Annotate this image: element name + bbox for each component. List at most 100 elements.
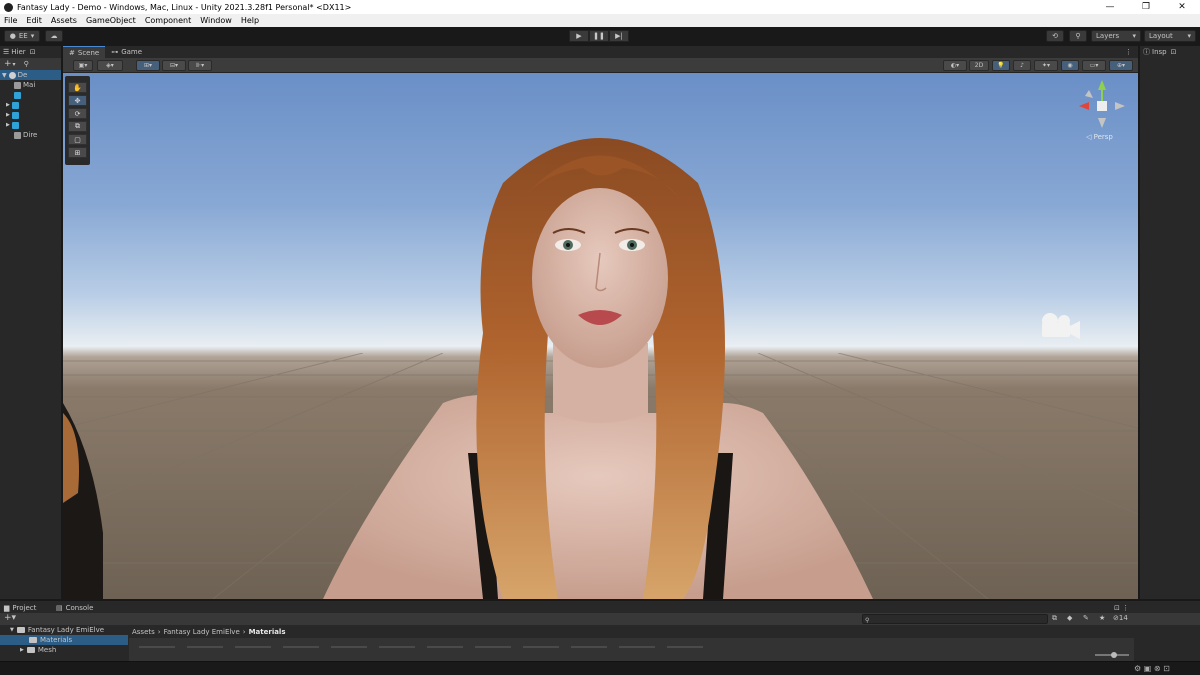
move-tool-button[interactable]: ✥: [68, 95, 87, 106]
character-model[interactable]: [63, 73, 1138, 599]
account-dropdown[interactable]: ● EE ▾: [4, 30, 40, 42]
project-search-input[interactable]: ⚲: [862, 614, 1048, 624]
rotate-tool-button[interactable]: ⟳: [68, 108, 87, 119]
hierarchy-item-scene[interactable]: ▼ De: [0, 70, 61, 80]
audio-toggle[interactable]: ♪: [1013, 60, 1031, 71]
filter-label-icon[interactable]: ◆: [1067, 614, 1072, 622]
inspector-tab-label: Insp: [1152, 48, 1167, 56]
lock-icon[interactable]: ⊡ ⋮: [1114, 602, 1129, 613]
hierarchy-panel: ☰ Hier ⊡ + ▾ ⚲ ▼ De Mai ▶ ▶ ▶ Dire: [0, 46, 62, 599]
search-icon[interactable]: ⚲: [24, 60, 29, 68]
tree-item-materials[interactable]: Materials: [0, 635, 128, 645]
scene-viewport[interactable]: [63, 73, 1138, 599]
tab-project[interactable]: ▆ Project: [4, 602, 36, 613]
hierarchy-item-prefab[interactable]: ▶: [0, 100, 61, 110]
rect-tool-button[interactable]: ▢: [68, 134, 87, 145]
search-icon: ⚲: [865, 617, 870, 624]
shading-dropdown[interactable]: ◐▾: [943, 60, 967, 71]
inspector-tab[interactable]: ⓘ Insp ⊡: [1140, 46, 1200, 58]
maximize-button[interactable]: ❐: [1128, 2, 1164, 12]
audio-icon: ♪: [1020, 62, 1024, 69]
scale-tool-button[interactable]: ⧉: [68, 121, 87, 132]
menu-gameobject[interactable]: GameObject: [86, 16, 136, 25]
expand-arrow-icon[interactable]: ▶: [6, 122, 10, 128]
search-icon: ⚲: [1075, 32, 1081, 40]
effects-dropdown[interactable]: ✦▾: [1034, 60, 1058, 71]
pause-button[interactable]: ❚❚: [589, 30, 609, 42]
perspective-label[interactable]: ◁ Persp: [1086, 133, 1113, 141]
breadcrumb-materials[interactable]: Materials: [249, 628, 286, 636]
unity-logo-icon: [4, 2, 13, 12]
hierarchy-item-main-camera[interactable]: Mai: [0, 80, 61, 90]
tag-icon[interactable]: ✎: [1083, 614, 1089, 622]
hidden-objects-toggle[interactable]: ◉: [1061, 60, 1079, 71]
tab-scene[interactable]: # Scene: [63, 46, 106, 58]
more-options-icon[interactable]: ⋮: [1119, 46, 1138, 58]
menu-bar: File Edit Assets GameObject Component Wi…: [0, 14, 1200, 27]
asset-thumbnails-row: [139, 646, 703, 648]
transform-tool-button[interactable]: ⊞: [68, 147, 87, 158]
breadcrumb-fantasy-lady[interactable]: Fantasy Lady EmiElve: [164, 628, 240, 636]
tree-item-mesh[interactable]: ▶ Mesh: [0, 645, 128, 655]
lighting-toggle[interactable]: 💡: [992, 60, 1010, 71]
hierarchy-item-prefab[interactable]: [0, 90, 61, 100]
gizmos-dropdown[interactable]: ⊕▾: [1109, 60, 1133, 71]
minimize-button[interactable]: —: [1092, 2, 1128, 12]
toggle-2d-label: 2D: [974, 62, 984, 69]
status-icons[interactable]: ⚙ ▣ ⊗ ⊡: [1134, 664, 1170, 673]
tab-console-label: Console: [65, 603, 94, 612]
step-button[interactable]: ▶|: [609, 30, 629, 42]
expand-arrow-icon[interactable]: ▶: [20, 647, 24, 653]
add-asset-button[interactable]: +▾: [4, 613, 16, 623]
menu-edit[interactable]: Edit: [26, 16, 42, 25]
pivot-toggle[interactable]: ⊞▾: [136, 60, 160, 71]
layers-dropdown[interactable]: Layers ▾: [1091, 30, 1141, 42]
camera-settings-dropdown[interactable]: ▭▾: [1082, 60, 1106, 71]
search-button[interactable]: ⚲: [1069, 30, 1087, 42]
cloud-icon: ☁: [50, 32, 58, 40]
menu-component[interactable]: Component: [145, 16, 191, 25]
layout-dropdown[interactable]: Layout ▾: [1144, 30, 1196, 42]
camera-gizmo-icon[interactable]: [1038, 311, 1082, 341]
menu-assets[interactable]: Assets: [51, 16, 77, 25]
hidden-count-badge[interactable]: ⊘14: [1113, 614, 1128, 622]
draw-mode-dropdown[interactable]: ▣▾: [73, 60, 93, 71]
expand-arrow-icon[interactable]: ▼: [10, 627, 14, 633]
toggle-2d-button[interactable]: 2D: [969, 60, 989, 71]
hierarchy-item-directional-light[interactable]: Dire: [0, 130, 61, 140]
thumbnail-size-slider[interactable]: [1095, 652, 1129, 658]
expand-arrow-icon[interactable]: ▼: [2, 72, 7, 79]
expand-arrow-icon[interactable]: ▶: [6, 112, 10, 118]
expand-arrow-icon[interactable]: ▶: [6, 102, 10, 108]
cloud-button[interactable]: ☁: [45, 30, 63, 42]
window-title-bar: Fantasy Lady - Demo - Windows, Mac, Linu…: [0, 0, 1200, 14]
hierarchy-item-prefab[interactable]: ▶: [0, 110, 61, 120]
console-icon: ▤: [56, 603, 63, 612]
hierarchy-item-prefab[interactable]: ▶: [0, 120, 61, 130]
tab-game[interactable]: ⊶ Game: [105, 46, 148, 58]
menu-help[interactable]: Help: [241, 16, 259, 25]
hierarchy-tab[interactable]: ☰ Hier ⊡: [0, 46, 61, 58]
tree-item-fantasy-lady[interactable]: ▼ Fantasy Lady EmiElve: [0, 625, 128, 635]
add-button[interactable]: +: [4, 59, 12, 69]
menu-file[interactable]: File: [4, 16, 17, 25]
slider-handle[interactable]: [1111, 652, 1117, 658]
scene-toolbar: ▣▾ ◈▾ ⊞▾ ⊟▾ ⊪▾ ◐▾ 2D 💡 ♪ ✦▾ ◉ ▭▾ ⊕▾: [63, 58, 1138, 73]
chevron-down-icon: ▾: [1187, 32, 1191, 40]
play-button[interactable]: ▶: [569, 30, 589, 42]
hand-tool-button[interactable]: ✋: [68, 82, 87, 93]
close-button[interactable]: ✕: [1164, 2, 1200, 12]
asset-grid[interactable]: [129, 638, 1134, 662]
tab-console[interactable]: ▤ Console: [56, 602, 93, 613]
snap-dropdown[interactable]: ⊪▾: [188, 60, 212, 71]
menu-window[interactable]: Window: [200, 16, 232, 25]
rect-icon: ▢: [74, 135, 81, 144]
filter-type-icon[interactable]: ⧉: [1052, 614, 1057, 623]
global-local-toggle[interactable]: ⊟▾: [162, 60, 186, 71]
breadcrumb-assets[interactable]: Assets: [132, 628, 155, 636]
render-mode-dropdown[interactable]: ◈▾: [97, 60, 123, 71]
gizmo-icon: ⊕▾: [1116, 62, 1126, 69]
favorite-star-icon[interactable]: ★: [1099, 614, 1105, 622]
prefab-cube-icon: [14, 91, 21, 99]
undo-history-button[interactable]: ⟲: [1046, 30, 1064, 42]
